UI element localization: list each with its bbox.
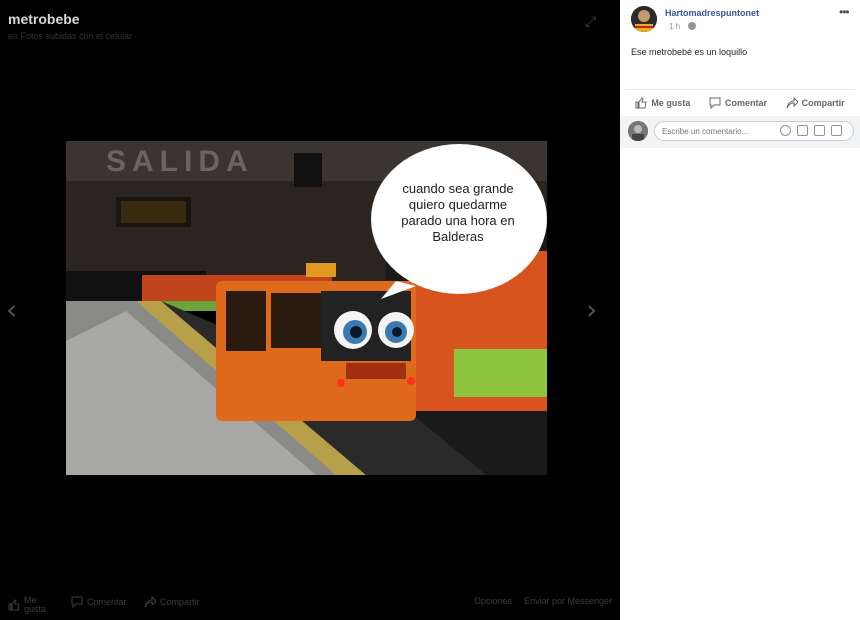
share-icon — [786, 96, 798, 108]
footer-comment-button[interactable]: Comentar — [71, 596, 127, 608]
comment-icon — [71, 596, 83, 608]
page-name-link[interactable]: Hartomadrespuntonet — [665, 8, 759, 18]
more-options-icon[interactable]: ••• — [839, 5, 850, 19]
footer-share-label: Compartir — [160, 597, 200, 607]
like-label: Me gusta — [651, 97, 691, 108]
like-button[interactable]: Me gusta — [635, 96, 691, 109]
post-caption: Ese metrobebé es un loquillo — [631, 47, 748, 57]
share-button[interactable]: Compartir — [786, 96, 845, 109]
user-avatar[interactable] — [628, 121, 648, 141]
footer-comment-label: Comentar — [87, 597, 127, 607]
photo-viewer: metrobebe en Fotos subidas con el celula… — [0, 0, 620, 620]
comment-icon — [709, 97, 721, 109]
post-side-panel: Hartomadrespuntonet 1 h ••• Ese metrobeb… — [620, 0, 860, 620]
gif-icon[interactable] — [814, 125, 825, 136]
thumbs-up-icon — [8, 599, 20, 611]
page-avatar[interactable] — [631, 6, 657, 32]
album-subtitle[interactable]: en Fotos subidas con el celular — [8, 31, 132, 41]
emoji-icon[interactable] — [780, 125, 791, 136]
send-messenger-link[interactable]: Enviar por Messenger — [524, 596, 612, 606]
footer-like-label: Me gusta — [24, 595, 47, 614]
share-icon — [144, 596, 156, 608]
viewer-footer: Me gusta Comentar Compartir Opciones Env… — [0, 588, 620, 618]
sticker-icon[interactable] — [831, 125, 842, 136]
options-link[interactable]: Opciones — [474, 596, 512, 606]
post-timestamp[interactable]: 1 h — [669, 22, 680, 31]
fullscreen-icon[interactable]: ⤢ — [585, 14, 599, 28]
share-label: Compartir — [801, 97, 845, 108]
footer-share-button[interactable]: Compartir — [144, 596, 200, 608]
speech-bubble-text: cuando sea grande quiero quedarme parado… — [401, 181, 515, 244]
comment-label: Comentar — [724, 97, 767, 108]
previous-photo-icon[interactable]: ‹ — [6, 296, 17, 324]
comment-tools — [780, 125, 842, 136]
post-actions-bar: Me gusta Comentar Compartir — [626, 89, 854, 115]
svg-text:SALIDA: SALIDA — [106, 145, 254, 178]
camera-icon[interactable] — [797, 125, 808, 136]
comment-button[interactable]: Comentar — [709, 97, 767, 109]
footer-like-button[interactable]: Me gusta — [8, 596, 46, 614]
thumbs-up-icon — [635, 96, 647, 108]
next-photo-icon[interactable]: › — [586, 296, 597, 324]
comment-composer — [620, 116, 860, 148]
album-title[interactable]: metrobebe — [8, 11, 80, 27]
globe-icon — [688, 22, 696, 30]
